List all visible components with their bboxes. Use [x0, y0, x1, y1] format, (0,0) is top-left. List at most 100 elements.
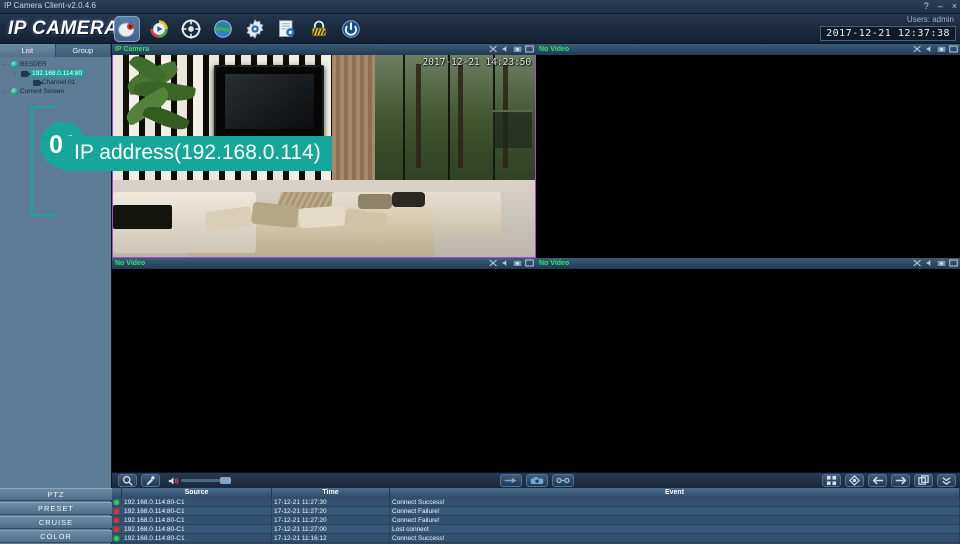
close-panel-icon[interactable]: [949, 259, 958, 267]
volume-knob[interactable]: [220, 477, 231, 484]
ptz-button[interactable]: PTZ: [0, 488, 112, 501]
bottom-toolbar-left: [118, 474, 231, 487]
tree-node-ip-device[interactable]: - 192.168.0.114:80: [2, 69, 111, 78]
playback-icon[interactable]: [146, 16, 172, 42]
event-log-table[interactable]: Source Time Event 192.168.0.114:80-C1 17…: [112, 488, 960, 544]
log-col-source[interactable]: Source: [122, 488, 272, 498]
log-source: 192.168.0.114:80-C1: [122, 515, 272, 525]
close-panel-icon[interactable]: [525, 45, 534, 53]
log-col-time[interactable]: Time: [272, 488, 390, 498]
video-panel-title: No Video: [539, 260, 570, 267]
snapshot-icon[interactable]: [513, 259, 522, 267]
tree-node-current-screen[interactable]: - Current Screen: [2, 87, 111, 96]
tab-list[interactable]: List: [0, 44, 56, 57]
prev-arrow-icon[interactable]: [868, 474, 887, 487]
log-time: 17-12-21 11:27:00: [272, 524, 390, 534]
expander-icon[interactable]: -: [14, 71, 19, 77]
audio-icon[interactable]: [925, 259, 934, 267]
zoom-tool-icon[interactable]: [489, 45, 498, 53]
ptz-diamond-icon[interactable]: [845, 474, 864, 487]
expander-icon[interactable]: -: [4, 62, 9, 68]
video-panel-4[interactable]: No Video: [536, 258, 960, 472]
datetime-display: 2017-12-21 12:37:38: [820, 26, 956, 41]
video-stream-3[interactable]: [112, 269, 536, 472]
collapse-chevron-icon[interactable]: [937, 474, 956, 487]
video-stream-4[interactable]: [536, 269, 960, 472]
log-event: Connect Success!: [390, 533, 960, 543]
settings-gear-icon[interactable]: [242, 16, 268, 42]
zoom-tool-icon[interactable]: [913, 259, 922, 267]
video-stream-2[interactable]: [536, 55, 960, 258]
preset-button[interactable]: PRESET: [0, 502, 112, 515]
video-panel-title: No Video: [115, 260, 146, 267]
zoom-tool-icon[interactable]: [489, 259, 498, 267]
bottom-toolbar: [112, 472, 960, 488]
power-icon[interactable]: [338, 16, 364, 42]
device-config-icon[interactable]: [274, 16, 300, 42]
audio-icon[interactable]: [925, 45, 934, 53]
snapshot-icon[interactable]: [937, 259, 946, 267]
table-row[interactable]: 192.168.0.114:80-C1 17-12-21 11:16:12 Co…: [112, 533, 960, 543]
tree-node-label: Current Screen: [20, 88, 65, 95]
video-osd-timestamp: 2017-12-21 14:23:50: [422, 57, 531, 68]
close-panel-icon[interactable]: [949, 45, 958, 53]
video-panel-title: No Video: [539, 46, 570, 53]
multi-window-icon[interactable]: [914, 474, 933, 487]
annotation-ip-address-banner: IP address(192.168.0.114): [63, 136, 332, 171]
snapshot-icon[interactable]: [937, 45, 946, 53]
audio-icon[interactable]: [501, 45, 510, 53]
audio-icon[interactable]: [501, 259, 510, 267]
close-icon[interactable]: ×: [952, 0, 957, 13]
app-header: IP CAMERA Users: admin 2017-12-21 12:37:…: [0, 14, 960, 44]
help-icon[interactable]: ?: [924, 0, 929, 13]
color-button[interactable]: COLOR: [0, 530, 112, 543]
log-event: Connect Failure!: [390, 506, 960, 516]
camera-icon: [21, 70, 31, 77]
grid-layout-icon[interactable]: [822, 474, 841, 487]
globe-icon: [11, 61, 18, 68]
video-panel-2[interactable]: No Video: [536, 44, 960, 258]
microphone-icon[interactable]: [141, 474, 160, 487]
video-grid: IP Camera 2017-12-21 14:23:50 No Video N…: [112, 44, 960, 472]
wall-tv: [214, 65, 324, 145]
log-time: 17-12-21 11:27:30: [272, 497, 390, 507]
search-icon[interactable]: [118, 474, 137, 487]
snapshot-camera-icon[interactable]: [526, 474, 548, 487]
tree-node-channel[interactable]: Channel 01: [2, 78, 111, 87]
log-event: Connect Success!: [390, 497, 960, 507]
glass-door: [374, 55, 535, 201]
speaker-icon[interactable]: [168, 476, 179, 486]
expander-icon[interactable]: -: [4, 89, 9, 95]
video-panel-3[interactable]: No Video: [112, 258, 536, 472]
tree-node-besder[interactable]: - BESDER: [2, 60, 111, 69]
log-header-row: Source Time Event: [112, 488, 960, 498]
next-arrow-icon[interactable]: [891, 474, 910, 487]
zoom-tool-icon[interactable]: [913, 45, 922, 53]
tree-node-label: 192.168.0.114:80: [30, 70, 85, 77]
bottom-toolbar-right: [822, 474, 956, 487]
volume-control[interactable]: [168, 476, 231, 486]
close-panel-icon[interactable]: [525, 259, 534, 267]
minimize-icon[interactable]: –: [938, 0, 943, 13]
brand-logo: IP CAMERA: [8, 18, 119, 39]
status-badge: [112, 526, 122, 532]
lock-icon[interactable]: [306, 16, 332, 42]
network-globe-icon[interactable]: [210, 16, 236, 42]
cruise-button[interactable]: CRUISE: [0, 516, 112, 529]
log-col-event[interactable]: Event: [390, 488, 960, 498]
live-view-icon[interactable]: [114, 16, 140, 42]
snapshot-icon[interactable]: [513, 45, 522, 53]
ptz-control-icon[interactable]: [178, 16, 204, 42]
volume-slider[interactable]: [181, 477, 231, 484]
connect-link-icon[interactable]: [552, 474, 574, 487]
tab-group[interactable]: Group: [55, 44, 111, 57]
tree-node-label: Channel 01: [42, 79, 76, 86]
side-table: [113, 204, 173, 229]
cushion: [391, 192, 426, 207]
log-source: 192.168.0.114:80-C1: [122, 497, 272, 507]
video-panel-controls: [913, 45, 958, 53]
record-icon[interactable]: [500, 474, 522, 487]
log-time: 17-12-21 11:16:12: [272, 533, 390, 543]
log-event: Connect Failure!: [390, 515, 960, 525]
globe-icon: [11, 88, 18, 95]
